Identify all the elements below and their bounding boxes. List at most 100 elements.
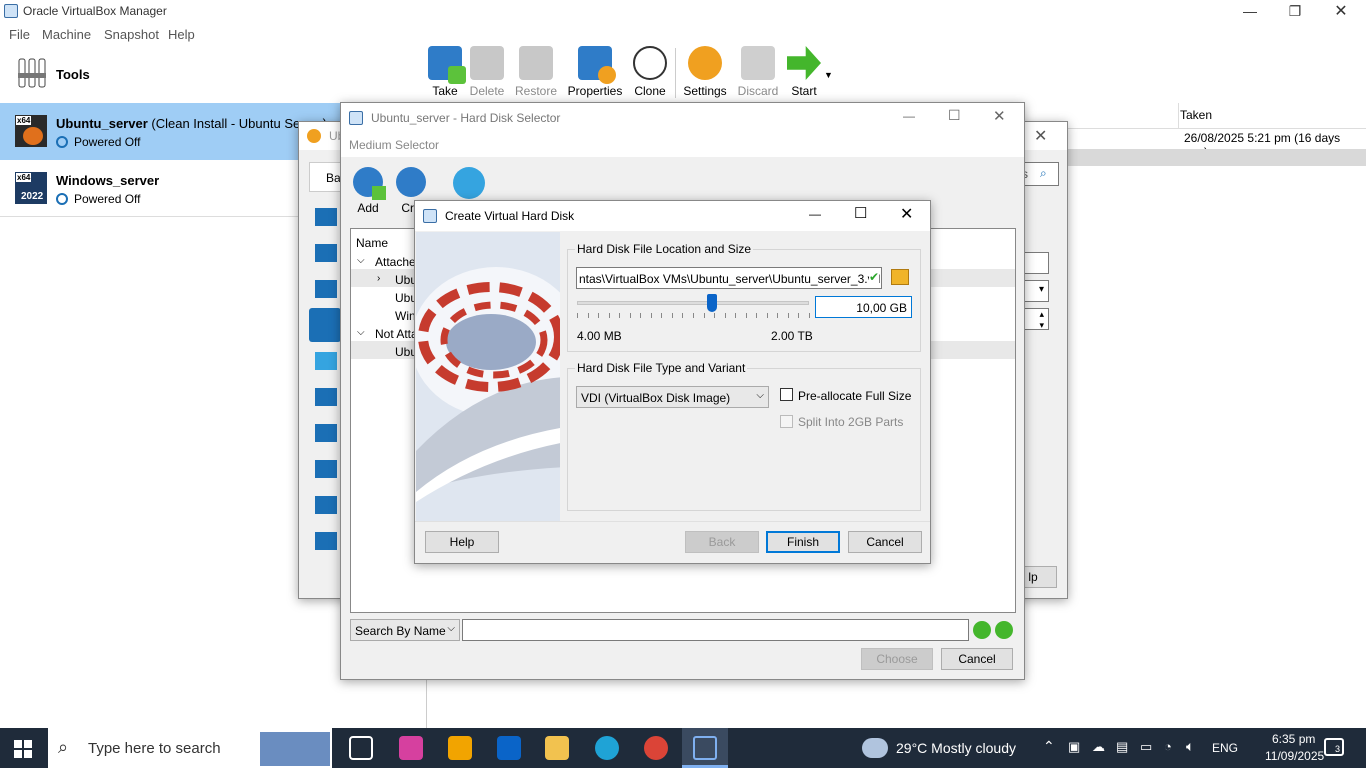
settings-button[interactable]: Settings <box>681 46 729 98</box>
take-snapshot-icon <box>428 46 466 84</box>
selector-cancel-button[interactable]: Cancel <box>941 648 1013 670</box>
minimize-icon[interactable]: — <box>1227 0 1273 23</box>
tree-item[interactable]: Not Atta <box>375 327 418 341</box>
hard-disk-watermark-image <box>416 232 560 522</box>
tree-item[interactable]: Win <box>395 309 416 323</box>
size-input[interactable]: 10,00 GB <box>815 296 912 318</box>
language-indicator[interactable]: ENG <box>1212 741 1238 755</box>
clock-date[interactable]: 11/09/2025 <box>1265 749 1324 763</box>
selector-title-bar: Ubuntu_server - Hard Disk Selector — ☐ ✕ <box>341 103 1024 133</box>
windows-start-icon[interactable] <box>14 740 32 758</box>
user-interface-icon[interactable] <box>315 532 337 550</box>
slider-tick <box>671 313 673 318</box>
display-icon[interactable] <box>315 280 337 298</box>
cancel-button[interactable]: Cancel <box>848 531 922 553</box>
valid-check-icon: ✔ <box>868 270 879 284</box>
menu-machine[interactable]: Machine <box>42 27 91 42</box>
slider-tick <box>745 313 747 318</box>
meet-now-icon[interactable]: ▣ <box>1068 739 1080 755</box>
screen-icon[interactable]: ▤ <box>1116 739 1128 755</box>
restore-button[interactable]: Restore <box>512 46 560 98</box>
file-explorer-icon[interactable] <box>545 736 569 760</box>
restore-icon[interactable]: ❐ <box>1272 0 1318 23</box>
general-icon[interactable] <box>315 208 337 226</box>
add-disk-button[interactable]: Add <box>351 167 386 215</box>
help-button[interactable]: Help <box>425 531 499 553</box>
menu-snapshot[interactable]: Snapshot <box>104 27 159 42</box>
max-size-label: 2.00 TB <box>771 329 813 343</box>
slider-tick <box>650 313 652 318</box>
task-view-icon[interactable] <box>349 736 373 760</box>
minimize-icon[interactable]: — <box>903 109 915 123</box>
onedrive-icon[interactable]: ☁ <box>1092 739 1105 755</box>
slider-tick <box>640 313 642 318</box>
properties-icon <box>578 46 616 84</box>
search-highlight-image <box>260 732 330 766</box>
network-icon[interactable] <box>315 388 337 406</box>
delete-button[interactable]: Delete <box>465 46 509 98</box>
menu-help[interactable]: Help <box>168 27 195 42</box>
shared-folders-icon[interactable] <box>315 496 337 514</box>
split-label: Split Into 2GB Parts <box>798 415 904 429</box>
chrome-icon[interactable] <box>644 736 668 760</box>
tools-item[interactable]: Tools <box>0 45 426 103</box>
search-previous-icon[interactable] <box>973 621 991 639</box>
split-checkbox[interactable] <box>780 415 793 428</box>
notification-center-icon[interactable]: 3 <box>1324 738 1344 756</box>
battery-icon[interactable]: ▭ <box>1140 739 1152 755</box>
start-button[interactable]: Start <box>784 46 824 98</box>
menu-file[interactable]: File <box>9 27 30 42</box>
volume-icon[interactable]: 🔈︎ <box>1186 738 1194 755</box>
collapse-icon: ⌵ <box>357 255 365 266</box>
slider-tick <box>724 313 726 318</box>
serial-ports-icon[interactable] <box>315 424 337 442</box>
disk-path-input[interactable]: ntas\VirtualBox VMs\Ubuntu_server\Ubuntu… <box>576 267 882 289</box>
copilot-icon[interactable] <box>399 736 423 760</box>
disk-type-select[interactable]: VDI (VirtualBox Disk Image) ⌵ <box>576 386 769 408</box>
vm-state: Powered Off <box>56 135 140 149</box>
tree-item[interactable]: Attache <box>375 255 416 269</box>
search-next-icon[interactable] <box>995 621 1013 639</box>
close-icon[interactable]: ✕ <box>900 204 913 224</box>
close-icon[interactable]: ✕ <box>993 107 1006 125</box>
size-slider-track[interactable] <box>577 301 809 305</box>
edge-icon[interactable] <box>595 736 619 760</box>
search-input[interactable] <box>462 619 969 641</box>
clock-time[interactable]: 6:35 pm <box>1272 732 1315 746</box>
gear-icon <box>688 46 722 80</box>
start-dropdown-icon[interactable]: ▼ <box>824 70 833 80</box>
choose-button[interactable]: Choose <box>861 648 933 670</box>
weather-text[interactable]: 29°C Mostly cloudy <box>896 740 1016 756</box>
microsoft-store-icon[interactable] <box>448 736 472 760</box>
properties-button[interactable]: Properties <box>566 46 624 98</box>
search-mode-select[interactable]: Search By Name ⌵ <box>350 619 460 641</box>
refresh-icon[interactable] <box>453 167 485 199</box>
wifi-icon[interactable]: ◔ <box>1164 739 1172 754</box>
chevron-up-icon[interactable]: ⌃ <box>1043 738 1055 755</box>
maximize-icon[interactable]: ☐ <box>948 107 961 124</box>
virtualbox-icon <box>423 209 437 223</box>
storage-icon[interactable] <box>309 308 341 342</box>
create-disk-icon <box>396 167 426 197</box>
system-icon[interactable] <box>315 244 337 262</box>
size-slider-thumb[interactable] <box>706 294 717 312</box>
maximize-icon[interactable]: ☐ <box>854 204 867 222</box>
close-icon[interactable]: ✕ <box>1034 126 1047 146</box>
ubuntu-os-icon: x64 <box>15 115 47 147</box>
snapshot-row-current[interactable] <box>1024 149 1366 166</box>
audio-icon[interactable] <box>315 352 337 370</box>
slider-tick <box>787 313 789 318</box>
discard-button[interactable]: Discard <box>736 46 780 98</box>
virtualbox-taskbar-button[interactable] <box>682 728 728 768</box>
back-button[interactable]: Back <box>685 531 759 553</box>
minimize-icon[interactable]: — <box>809 207 821 221</box>
taskbar-search-box[interactable]: ⌕ Type here to search <box>48 728 332 768</box>
take-button[interactable]: Take <box>424 46 466 98</box>
folder-open-icon[interactable] <box>891 269 909 285</box>
close-icon[interactable]: ✕ <box>1318 0 1364 23</box>
preallocate-checkbox[interactable] <box>780 388 793 401</box>
usb-icon[interactable] <box>315 460 337 478</box>
outlook-icon[interactable] <box>497 736 521 760</box>
finish-button[interactable]: Finish <box>766 531 840 553</box>
clone-button[interactable]: Clone <box>630 46 670 98</box>
